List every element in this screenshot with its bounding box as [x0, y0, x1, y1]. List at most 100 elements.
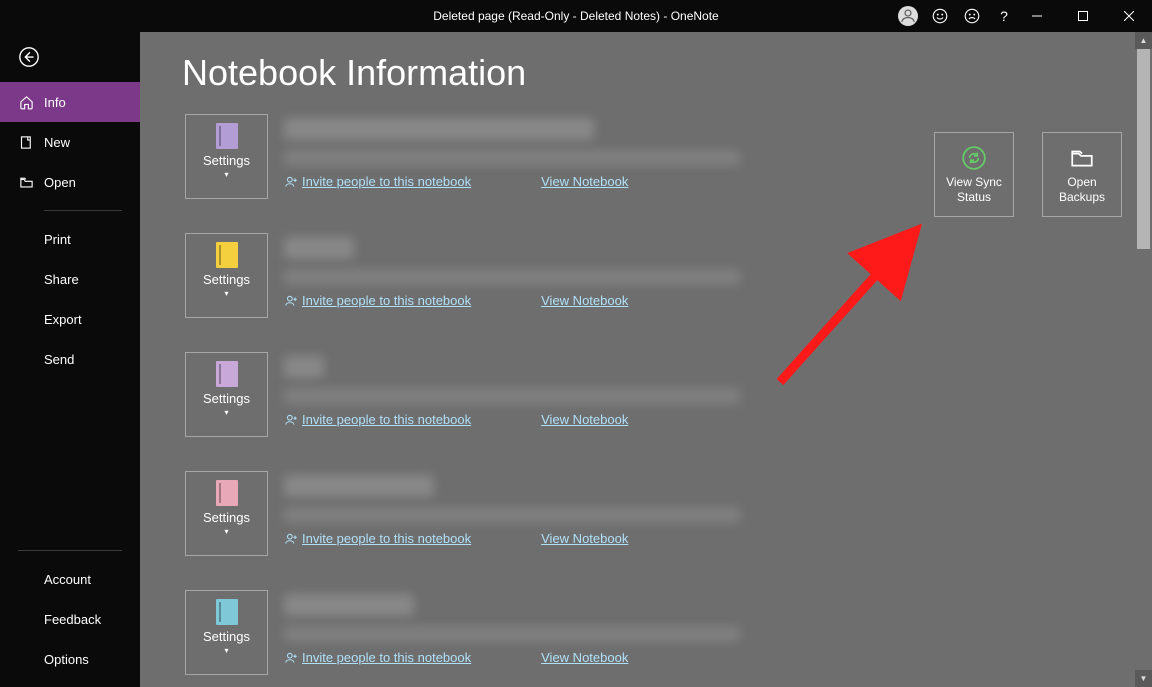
scrollbar[interactable]: ▲ ▼ [1135, 32, 1152, 687]
folder-open-icon [18, 174, 34, 190]
new-icon [18, 134, 34, 150]
notebook-name-redacted [284, 356, 324, 378]
notebook-path-redacted [284, 507, 740, 523]
scroll-up-arrow-icon[interactable]: ▲ [1135, 32, 1152, 49]
person-add-icon [284, 651, 298, 665]
notebook-icon [216, 599, 238, 625]
view-notebook-link[interactable]: View Notebook [541, 531, 628, 546]
invite-people-link[interactable]: Invite people to this notebook [284, 293, 471, 308]
notebook-name-redacted [284, 237, 354, 259]
notebook-path-redacted [284, 388, 740, 404]
person-add-icon [284, 294, 298, 308]
settings-label: Settings [203, 272, 250, 287]
invite-people-link[interactable]: Invite people to this notebook [284, 174, 471, 189]
settings-label: Settings [203, 510, 250, 525]
notebook-row: Settings ▾ Invite people to this notebook V… [185, 352, 1152, 437]
sidebar-label: New [44, 135, 70, 150]
notebook-icon [216, 242, 238, 268]
notebook-info: Invite people to this notebook View Noteb… [284, 352, 740, 427]
invite-people-link[interactable]: Invite people to this notebook [284, 412, 471, 427]
sidebar-item-options[interactable]: Options [0, 639, 140, 679]
avatar[interactable] [898, 6, 918, 26]
notebook-row: Settings ▾ Invite people to this notebook V… [185, 471, 1152, 556]
settings-label: Settings [203, 153, 250, 168]
sidebar-item-export[interactable]: Export [0, 299, 140, 339]
minimize-button[interactable] [1014, 0, 1060, 32]
divider [18, 550, 122, 551]
sidebar-item-share[interactable]: Share [0, 259, 140, 299]
settings-dropdown-button[interactable]: Settings▾ [185, 590, 268, 675]
notebook-path-redacted [284, 269, 740, 285]
notebook-name-redacted [284, 594, 414, 616]
notebook-path-redacted [284, 626, 740, 642]
help-icon[interactable]: ? [994, 6, 1014, 26]
settings-label: Settings [203, 391, 250, 406]
notebook-info: Invite people to this notebook View Noteb… [284, 590, 740, 665]
chevron-down-icon: ▾ [224, 170, 228, 179]
settings-dropdown-button[interactable]: Settings ▾ [185, 352, 268, 437]
sidebar-item-feedback[interactable]: Feedback [0, 599, 140, 639]
sidebar-item-account[interactable]: Account [0, 559, 140, 599]
notebook-icon [216, 123, 238, 149]
sidebar-item-send[interactable]: Send [0, 339, 140, 379]
close-button[interactable] [1106, 0, 1152, 32]
sync-icon [961, 145, 987, 171]
notebook-path-redacted [284, 150, 740, 166]
sidebar-label: Export [44, 312, 82, 327]
notebook-name-redacted [284, 475, 434, 497]
sidebar-label: Print [44, 232, 71, 247]
chevron-down-icon: ▾ [224, 527, 228, 536]
person-add-icon [284, 175, 298, 189]
sidebar-label: Options [44, 652, 89, 667]
notebook-info: Invite people to this notebook View Noteb… [284, 471, 740, 546]
page-title: Notebook Information [140, 32, 1152, 114]
home-icon [18, 94, 34, 110]
open-backups-button[interactable]: Open Backups [1042, 132, 1122, 217]
sidebar-item-info[interactable]: Info [0, 82, 140, 122]
notebook-name-redacted [284, 118, 594, 140]
notebook-info: Invite people to this notebook View Noteb… [284, 114, 740, 189]
view-notebook-link[interactable]: View Notebook [541, 293, 628, 308]
smile-icon[interactable] [930, 6, 950, 26]
back-button[interactable] [0, 32, 140, 82]
maximize-button[interactable] [1060, 0, 1106, 32]
sidebar-label: Send [44, 352, 74, 367]
scroll-thumb[interactable] [1137, 49, 1150, 249]
sidebar-item-open[interactable]: Open [0, 162, 140, 202]
sidebar-item-new[interactable]: New [0, 122, 140, 162]
chevron-down-icon: ▾ [224, 289, 228, 298]
notebook-icon [216, 361, 238, 387]
settings-dropdown-button[interactable]: Settings ▾ [185, 233, 268, 318]
notebook-row: Settings ▾ Invite people to this notebook V… [185, 233, 1152, 318]
notebook-icon [216, 480, 238, 506]
title-bar: Deleted page (Read-Only - Deleted Notes)… [0, 0, 1152, 32]
window-title: Deleted page (Read-Only - Deleted Notes)… [433, 9, 718, 23]
view-notebook-link[interactable]: View Notebook [541, 650, 628, 665]
view-sync-status-button[interactable]: View Sync Status [934, 132, 1014, 217]
chevron-down-icon: ▾ [224, 646, 228, 655]
sidebar-label: Open [44, 175, 76, 190]
person-add-icon [284, 413, 298, 427]
sidebar-label: Info [44, 95, 66, 110]
sidebar-label: Account [44, 572, 91, 587]
settings-dropdown-button[interactable]: Settings ▾ [185, 471, 268, 556]
backstage-sidebar: Info New Open Print Share Export Send Ac… [0, 32, 140, 687]
chevron-down-icon: ▾ [224, 408, 228, 417]
invite-people-link[interactable]: Invite people to this notebook [284, 650, 471, 665]
sidebar-label: Share [44, 272, 79, 287]
settings-dropdown-button[interactable]: Settings ▾ [185, 114, 268, 199]
scroll-down-arrow-icon[interactable]: ▼ [1135, 670, 1152, 687]
notebook-info: Invite people to this notebook View Noteb… [284, 233, 740, 308]
main-panel: Notebook Information Settings ▾ Invite peo… [140, 32, 1152, 687]
folder-icon [1069, 145, 1095, 171]
sidebar-label: Feedback [44, 612, 101, 627]
divider [44, 210, 122, 211]
sidebar-item-print[interactable]: Print [0, 219, 140, 259]
button-label: View Sync Status [935, 175, 1013, 205]
invite-people-link[interactable]: Invite people to this notebook [284, 531, 471, 546]
person-add-icon [284, 532, 298, 546]
notebook-row: Settings▾ Invite people to this notebook V… [185, 590, 1152, 675]
view-notebook-link[interactable]: View Notebook [541, 174, 628, 189]
frown-icon[interactable] [962, 6, 982, 26]
view-notebook-link[interactable]: View Notebook [541, 412, 628, 427]
